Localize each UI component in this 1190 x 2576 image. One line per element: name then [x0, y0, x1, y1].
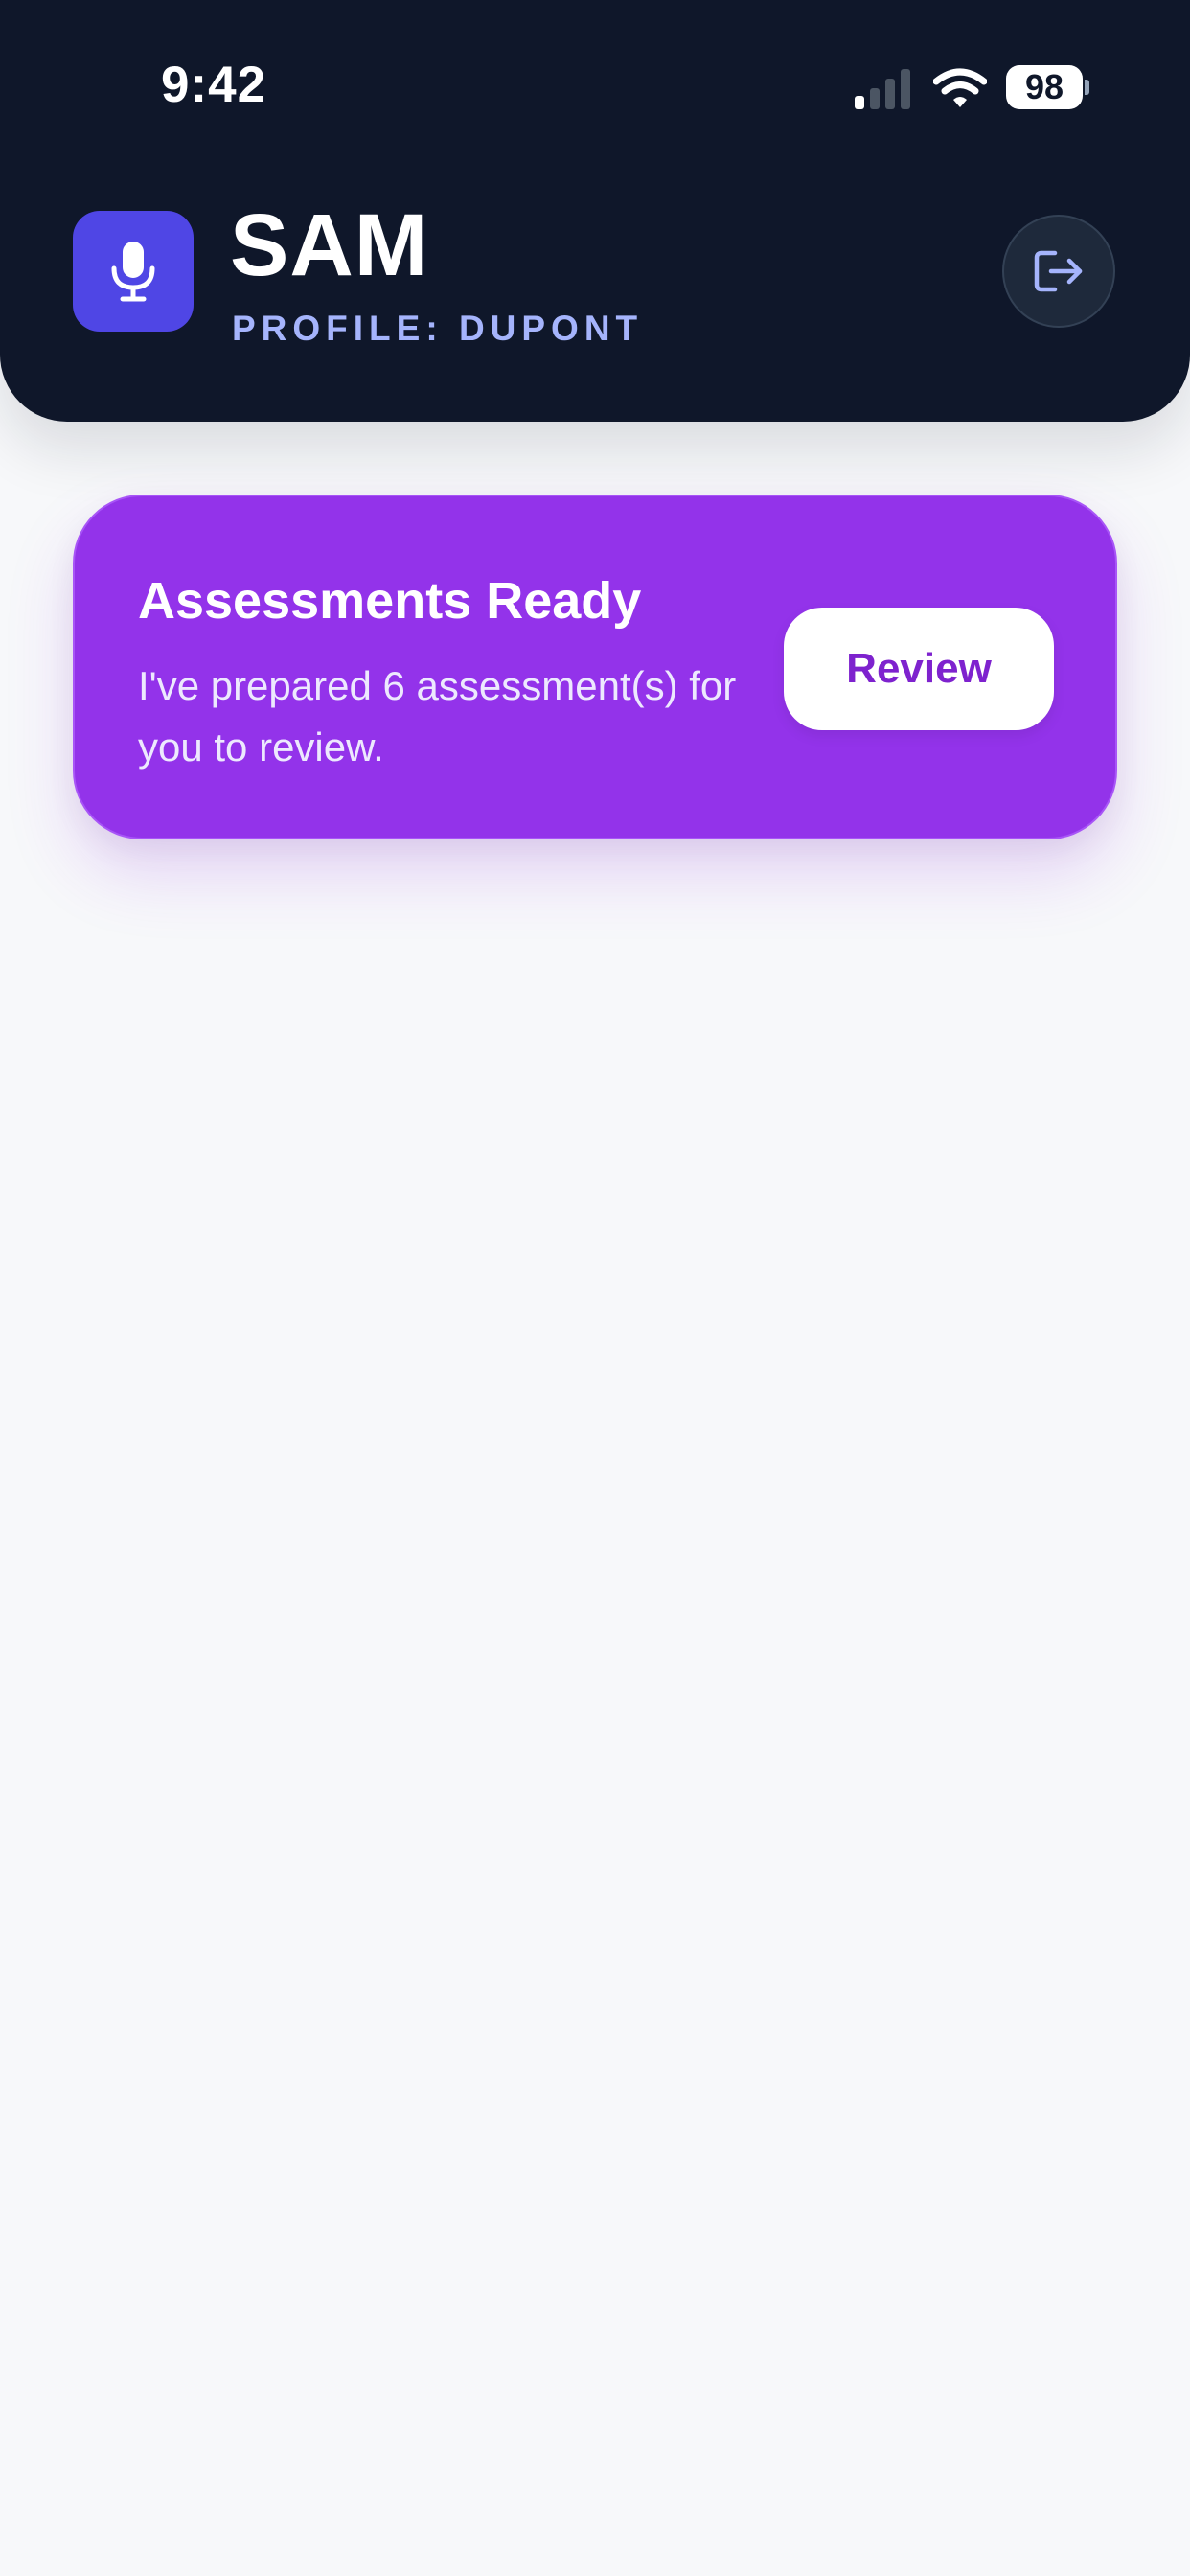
app-header: 9:42 98 SAM PROFILE: DUPONT — [0, 0, 1190, 422]
logout-button[interactable] — [1002, 215, 1115, 328]
wifi-icon — [933, 68, 987, 107]
review-button[interactable]: Review — [784, 608, 1054, 730]
battery-icon: 98 — [1006, 65, 1089, 111]
status-time: 9:42 — [161, 57, 267, 113]
assessments-ready-card: Assessments Ready I've prepared 6 assess… — [73, 494, 1117, 840]
battery-level: 98 — [1006, 65, 1083, 109]
battery-tip — [1085, 80, 1089, 95]
card-title: Assessments Ready — [138, 572, 642, 630]
profile-label: PROFILE: DUPONT — [232, 309, 644, 348]
app-logo — [73, 211, 194, 332]
logout-icon — [1034, 250, 1083, 292]
cellular-signal-icon — [855, 69, 910, 109]
microphone-icon — [111, 242, 155, 302]
card-message: I've prepared 6 assessment(s) for you to… — [138, 663, 737, 770]
app-title: SAM — [230, 196, 429, 294]
